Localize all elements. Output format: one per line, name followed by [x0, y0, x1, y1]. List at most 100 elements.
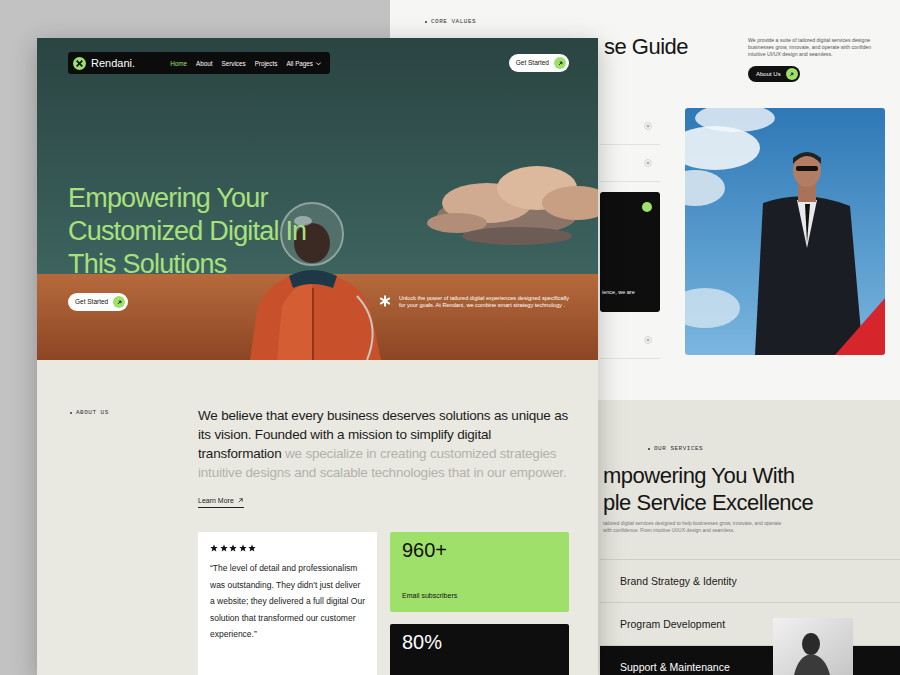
button-label: Get Started: [516, 59, 549, 67]
navbar: Rendani. Home About Services Projects All Pag…: [68, 52, 569, 74]
nav-link-label: About: [196, 60, 212, 67]
nav-link-label: Projects: [255, 60, 278, 67]
core-values-text: CORE VALUES: [431, 17, 476, 27]
arrow-circle: [113, 296, 125, 308]
bullet-dot: [425, 21, 427, 23]
nav-link[interactable]: All Pages: [286, 60, 322, 67]
core-values-body: se GuideWe provide a suite of tailored d…: [600, 33, 900, 359]
stat-card: 80%: [390, 624, 569, 675]
plus-icon: [644, 122, 652, 130]
front-page: Rendani. Home About Services Projects All Pag…: [37, 38, 598, 675]
intro-line: with confidence. From intuitive UI/UX de…: [603, 527, 900, 534]
logo-icon[interactable]: [73, 57, 86, 70]
nav-links: Home About Services Projects All Pages: [170, 60, 322, 67]
services-label: OUR SERVICES: [600, 444, 900, 454]
arrow-icon: [557, 60, 564, 67]
headline-line: This Solutions: [68, 248, 569, 281]
businessman-photo: [685, 108, 885, 355]
hero: Rendani. Home About Services Projects All Pag…: [37, 38, 598, 360]
heading-line: mpowering You With: [603, 462, 900, 489]
hero-headline: Empowering YourCustomized Digital InThis…: [68, 182, 569, 281]
intro-line: businesses grow, innovate, and operate w…: [748, 44, 871, 51]
hero-content: Rendani. Home About Services Projects All Pag…: [37, 38, 598, 311]
headline-line: Empowering Your: [68, 182, 569, 215]
businessman-image: [685, 108, 885, 355]
brand-name[interactable]: Rendani.: [91, 57, 135, 69]
bullet-dot: [70, 412, 72, 414]
testimonial-card: “The level of detail and professionalism…: [198, 532, 377, 675]
service-name: Brand Strategy & Identity: [620, 575, 737, 587]
value-item[interactable]: [600, 145, 660, 182]
about-label: ABOUT US: [70, 406, 198, 418]
heading-line: ple Service Excellence: [603, 489, 900, 516]
testimonial-quote: “The level of detail and professionalism…: [210, 560, 365, 643]
core-values-label: CORE VALUES: [390, 0, 900, 27]
nav-link[interactable]: Projects: [255, 60, 278, 67]
green-dot-icon: [642, 202, 652, 212]
portrait-photo: [773, 618, 853, 675]
arrow-up-right-icon: [237, 497, 244, 504]
star-icon: [210, 544, 218, 552]
nav-link[interactable]: Home: [170, 60, 187, 67]
service-row[interactable]: Brand Strategy & Identity: [600, 559, 900, 602]
stat-label: Email subscribers: [402, 591, 557, 600]
services-intro: tailored digital services designed to he…: [600, 520, 900, 534]
about-section: ABOUT US We believe that every business d…: [37, 360, 598, 675]
star-icon: [229, 544, 237, 552]
star-icon: [248, 544, 256, 552]
core-values-head: se GuideWe provide a suite of tailored d…: [600, 33, 900, 82]
value-card[interactable]: ience, we are: [600, 192, 660, 312]
header-get-started-button[interactable]: Get Started: [509, 54, 569, 72]
services-label-text: OUR SERVICES: [654, 444, 703, 454]
value-item[interactable]: [600, 108, 660, 145]
service-name: Support & Maintenance: [620, 661, 730, 673]
about-us-button[interactable]: About Us: [748, 66, 800, 82]
hero-get-started-button[interactable]: Get Started: [68, 293, 128, 311]
nav-link[interactable]: About: [196, 60, 212, 67]
intro-line: We provide a suite of tailored digital s…: [748, 37, 871, 44]
about-paragraph-muted: we specialize in creating customized str…: [198, 446, 566, 480]
stat-value: 80%: [402, 632, 557, 652]
learn-more-label: Learn More: [198, 496, 234, 505]
learn-more-link[interactable]: Learn More: [198, 496, 244, 508]
about-us-label: About Us: [756, 70, 781, 78]
arrow-icon: [788, 71, 795, 78]
service-row[interactable]: Support & Maintenance: [600, 645, 900, 675]
values-list: ience, we are: [600, 108, 660, 359]
services-list: Brand Strategy & Identity Program Develop…: [600, 559, 900, 675]
about-label-text: ABOUT US: [76, 408, 109, 418]
core-values-title: se Guide: [600, 33, 748, 82]
arrow-circle: [786, 68, 798, 80]
description-text: Unlock the power of tailored digital exp…: [399, 295, 569, 309]
star-icon: [239, 544, 247, 552]
button-label: Get Started: [75, 298, 108, 306]
hero-description: Unlock the power of tailored digital exp…: [379, 295, 569, 309]
intro-line: tailored digital services designed to he…: [603, 520, 900, 527]
nav-pill: Rendani. Home About Services Projects All Pag…: [68, 52, 330, 74]
about-main: We believe that every business deserves …: [198, 406, 569, 675]
description-line: Unlock the power of tailored digital exp…: [399, 295, 569, 302]
value-card-text: ience, we are: [602, 289, 635, 296]
bullet-dot: [648, 448, 650, 450]
star-rating: [210, 544, 365, 552]
arrow-icon: [116, 299, 123, 306]
hero-bottom: Get Started Unlock the power of tailored …: [68, 293, 569, 311]
plus-icon: [644, 159, 652, 167]
nav-link[interactable]: Services: [221, 60, 245, 67]
plus-icon: [644, 336, 652, 344]
star-icon: [220, 544, 228, 552]
stats-column: 960+ Email subscribers 80%: [390, 532, 569, 675]
asterisk-icon: [379, 295, 391, 307]
core-values-row: ience, we are: [600, 108, 900, 359]
portrait-image: [773, 618, 853, 675]
cards: “The level of detail and professionalism…: [198, 532, 569, 675]
canvas: CORE VALUES se GuideWe provide a suite of…: [0, 0, 900, 675]
nav-link-label: All Pages: [286, 60, 313, 67]
chevron-down-icon: [315, 60, 322, 67]
stat-card: 960+ Email subscribers: [390, 532, 569, 612]
value-item[interactable]: [600, 322, 660, 359]
stat-value: 960+: [402, 540, 557, 560]
clouds: [427, 166, 598, 245]
service-row[interactable]: Program Development: [600, 602, 900, 645]
headline-line: Customized Digital In: [68, 215, 569, 248]
